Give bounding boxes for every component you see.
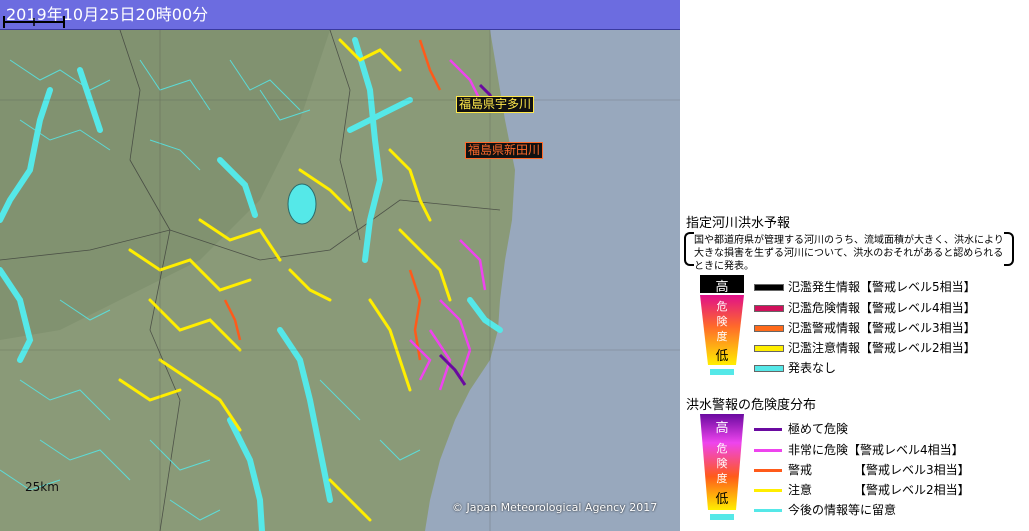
legend1-item-level5: 氾濫発生情報【警戒レベル5相当】 [754,278,976,296]
legend2-do: 度 [716,472,728,485]
legend1-do: 度 [716,330,728,343]
swatch-black [754,284,784,291]
line-orange [754,469,782,472]
legend1-ki: 危 [716,300,728,313]
river-label-uda[interactable]: 福島県宇多川 [456,96,535,113]
swatch-crimson [754,305,784,312]
legend1-item-level2: 氾濫注意情報【警戒レベル2相当】 [754,339,976,357]
legend1-label-4: 発表なし [788,361,837,375]
scale-label: 25km [25,480,59,494]
legend1-title: 指定河川洪水予報 [686,216,791,231]
swatch-cyan [754,365,784,372]
legend2-low: 低 [715,492,729,507]
swatch-orange [754,325,784,332]
line-yellow [754,489,782,492]
legend2-item-danger: 非常に危険【警戒レベル4相当】 [754,441,964,459]
legend2-ki: 危 [716,442,728,455]
note-bracket-right [1004,232,1014,266]
legend1-label-1: 氾濫危険情報【警戒レベル4相当】 [788,301,976,315]
river-label-nitta[interactable]: 福島県新田川 [465,142,544,159]
legend1-note: 国や都道府県が管理する河川のうち、流域面積が大きく、洪水により大きな損害を生ずる… [694,235,1004,272]
scale-bar [3,16,65,28]
swatch-yellow [754,345,784,352]
legend2-item-caution: 注意 【警戒レベル2相当】 [754,481,970,499]
legend1-label-3: 氾濫注意情報【警戒レベル2相当】 [788,341,976,355]
legend1-high: 高 [715,280,729,295]
legend1-item-level4: 氾濫危険情報【警戒レベル4相当】 [754,299,976,317]
legend2-label-2: 警戒 【警戒レベル3相当】 [788,463,970,477]
legend2-label-1: 非常に危険【警戒レベル4相当】 [788,443,964,457]
legend2-high: 高 [715,421,729,436]
legend2-title: 洪水警報の危険度分布 [686,398,817,413]
legend2-label-0: 極めて危険 [788,422,849,436]
note-bracket-left [684,232,694,266]
legend2-ken: 険 [716,457,728,470]
flood-map[interactable]: 2019年10月25日20時00分 福島県宇多川 福島県新田川 25km © J… [0,0,680,531]
legend1-low: 低 [715,349,729,364]
legend1-ken: 険 [716,315,728,328]
legend1-item-level3: 氾濫警戒情報【警戒レベル3相当】 [754,319,976,337]
map-title: 2019年10月25日20時00分 [0,0,680,30]
line-cyan [754,509,782,512]
legend-panel: 指定河川洪水予報 国や都道府県が管理する河川のうち、流域面積が大きく、洪水により… [682,0,1029,531]
legend2-item-extreme: 極めて危険 [754,420,848,438]
legend2-label-4: 今後の情報等に留意 [788,503,897,517]
legend1-label-2: 氾濫警戒情報【警戒レベル3相当】 [788,321,976,335]
legend1-label-0: 氾濫発生情報【警戒レベル5相当】 [788,280,976,294]
copyright: © Japan Meteorological Agency 2017 [452,501,658,514]
line-purple [754,428,782,431]
line-magenta [754,449,782,452]
legend2-item-notice: 今後の情報等に留意 [754,501,896,519]
lake [287,183,317,225]
legend1-item-none: 発表なし [754,359,836,377]
legend2-label-3: 注意 【警戒レベル2相当】 [788,483,970,497]
map-canvas [0,29,680,531]
legend2-item-warning: 警戒 【警戒レベル3相当】 [754,461,970,479]
